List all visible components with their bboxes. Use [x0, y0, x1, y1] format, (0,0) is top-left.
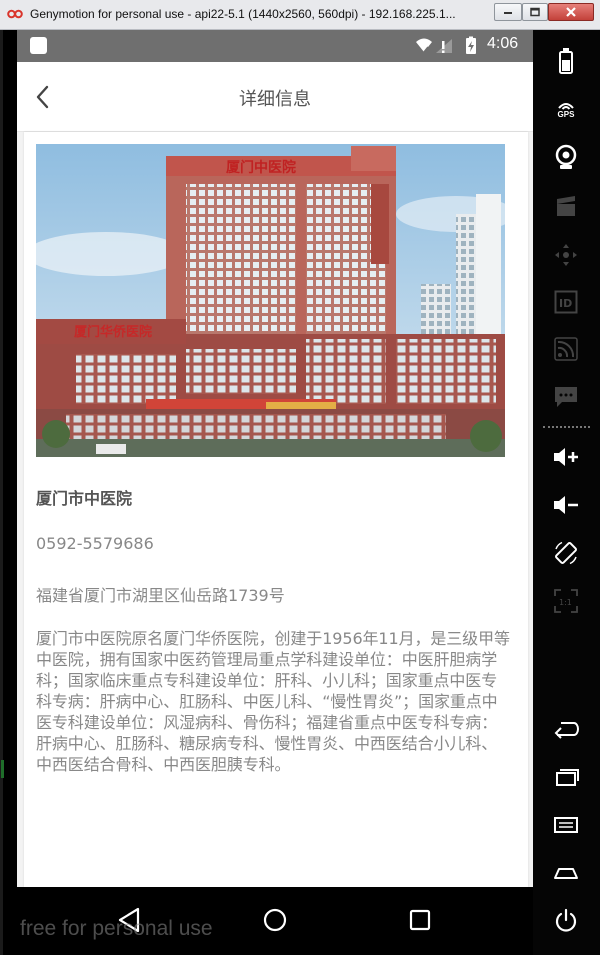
close-icon — [566, 7, 576, 17]
window-titlebar: Genymotion for personal use - api22-5.1 … — [0, 0, 600, 30]
wifi-icon — [416, 38, 432, 53]
camera-widget-button[interactable] — [549, 140, 583, 174]
gps-label: GPS — [557, 109, 575, 119]
close-window-button[interactable] — [548, 3, 594, 21]
home-icon — [554, 868, 578, 879]
svg-text:ID: ID — [559, 297, 572, 310]
volume-up-icon — [554, 448, 578, 466]
status-clock: 4:06 — [487, 35, 519, 52]
nav-home-button[interactable] — [260, 905, 290, 935]
return-arrow-icon — [554, 722, 579, 739]
battery-charging-icon — [466, 36, 476, 54]
minimize-button[interactable] — [494, 3, 522, 21]
menu-icon — [554, 817, 578, 833]
sidebar-divider — [543, 426, 590, 428]
status-icons — [416, 36, 476, 54]
volume-down-icon — [554, 496, 578, 514]
id-card-icon: ID — [554, 290, 578, 314]
screencast-widget-button — [549, 190, 583, 224]
dpad-move-icon — [555, 244, 577, 266]
hospital-building-image: 厦门中医院 厦门华侨医院 — [36, 144, 505, 457]
device-recents-button[interactable] — [549, 760, 583, 794]
hospital-phone[interactable]: 0592-5579686 — [36, 534, 154, 553]
circle-home-icon — [263, 908, 287, 932]
clapperboard-icon — [557, 196, 575, 216]
svg-text:1:1: 1:1 — [559, 598, 572, 607]
gps-signal-icon — [558, 102, 574, 110]
pixel-perfect-button: 1:1 — [549, 584, 583, 618]
frame-indicator — [1, 760, 4, 778]
hospital-photo: 厦门中医院 厦门华侨医院 — [36, 144, 505, 457]
rss-signal-icon — [554, 337, 578, 361]
window-frame-edge — [0, 30, 3, 955]
recent-apps-icon — [556, 769, 579, 786]
hospital-description: 厦门市中医院原名厦门华侨医院，创建于1956年11月，是三级甲等中医院，拥有国家… — [36, 629, 510, 774]
volume-down-button[interactable] — [549, 488, 583, 522]
window-title: Genymotion for personal use - api22-5.1 … — [30, 7, 456, 21]
network-widget-button — [549, 332, 583, 366]
battery-widget-button[interactable] — [549, 44, 583, 78]
svg-text:厦门华侨医院: 厦门华侨医院 — [74, 324, 152, 340]
hospital-detail-card: 厦门中医院 厦门华侨医院 厦门市中医院 0592-5579686 福建省厦门市湖… — [24, 132, 528, 887]
nav-recents-button[interactable] — [405, 905, 435, 935]
maximize-icon — [530, 7, 540, 17]
genymotion-logo-icon — [7, 9, 23, 19]
sms-widget-button — [549, 380, 583, 414]
scale-one-to-one-icon: 1:1 — [554, 589, 578, 613]
page-title: 详细信息 — [239, 89, 311, 110]
app-header: 详细信息 — [17, 62, 533, 132]
hospital-name: 厦门市中医院 — [36, 489, 133, 508]
maximize-button[interactable] — [522, 3, 548, 21]
svg-text:厦门中医院: 厦门中医院 — [226, 159, 296, 176]
volume-up-button[interactable] — [549, 440, 583, 474]
battery-icon — [559, 48, 573, 74]
device-id-widget-button: ID — [549, 285, 583, 319]
power-icon — [555, 908, 577, 932]
device-home-button[interactable] — [549, 856, 583, 890]
gps-widget-button[interactable]: GPS — [549, 92, 583, 126]
android-status-bar: 4:06 — [17, 30, 533, 62]
device-menu-button[interactable] — [549, 808, 583, 842]
notification-icon — [30, 37, 47, 54]
rotate-button[interactable] — [549, 536, 583, 570]
hospital-address: 福建省厦门市湖里区仙岳路1739号 — [36, 586, 285, 605]
watermark-text: free for personal use — [20, 917, 213, 940]
rotate-screen-icon — [555, 541, 577, 565]
message-icon — [555, 387, 577, 407]
square-recents-icon — [409, 909, 431, 931]
remote-control-widget-button — [549, 238, 583, 272]
minimize-icon — [504, 12, 512, 14]
device-back-button[interactable] — [549, 712, 583, 746]
genymotion-sidebar: GPS ID 1:1 — [533, 30, 600, 955]
webcam-icon — [555, 144, 577, 169]
signal-icon — [436, 39, 452, 53]
power-button[interactable] — [549, 904, 583, 938]
